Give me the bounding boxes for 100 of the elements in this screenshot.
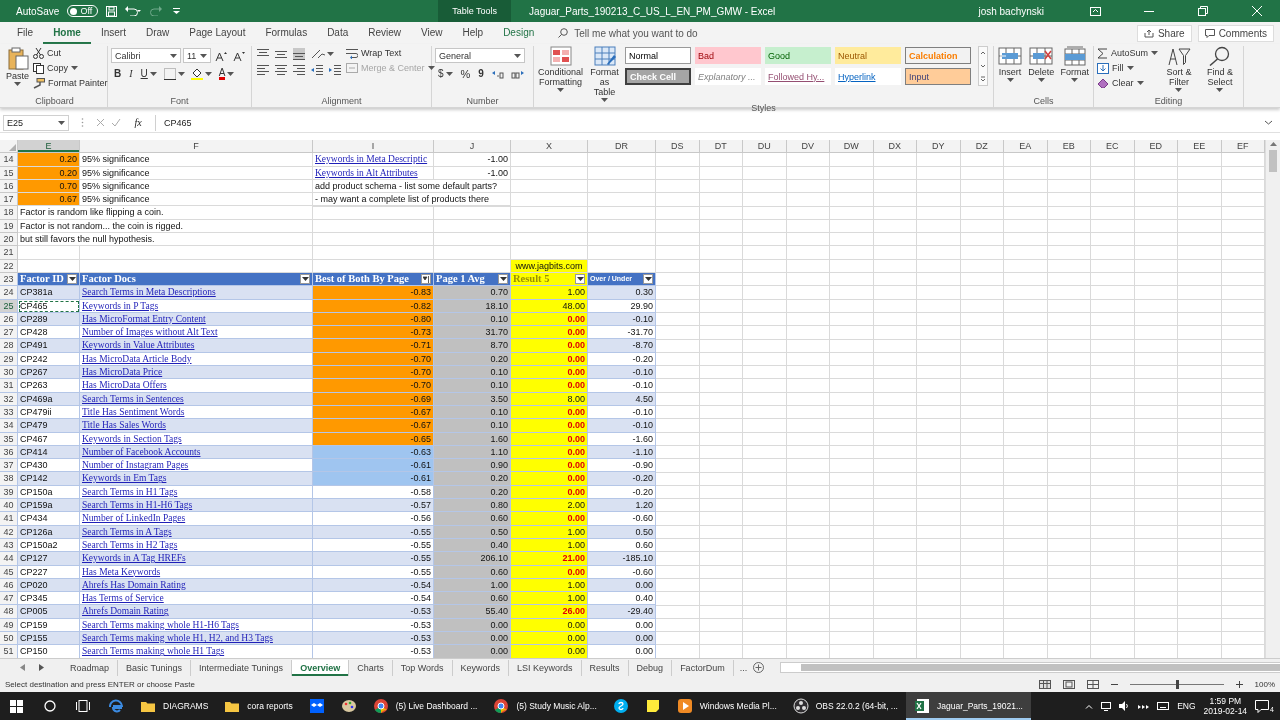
taskbar-item[interactable]: (5) Study Music Alp... <box>485 692 605 720</box>
autosum-button[interactable]: AutoSum <box>1097 46 1159 60</box>
row-header[interactable]: 41 <box>0 512 18 526</box>
taskbar-item[interactable]: (5) Live Dashboard ... <box>364 692 486 720</box>
font-size-dropdown[interactable]: 11 <box>183 48 211 63</box>
vertical-scrollbar[interactable] <box>1265 140 1280 658</box>
link[interactable]: Number of Images without Alt Text <box>80 326 313 340</box>
ribbon-tab[interactable]: Page Layout <box>179 22 256 44</box>
underline-button[interactable]: U <box>137 66 160 81</box>
italic-button[interactable]: I <box>126 66 136 81</box>
taskbar-item[interactable]: DIAGRAMS <box>132 692 217 720</box>
share-button[interactable]: Share <box>1136 24 1192 42</box>
row-header[interactable]: 51 <box>0 645 18 659</box>
name-box[interactable]: E25 <box>3 114 69 131</box>
column-header[interactable]: J <box>434 140 511 154</box>
sheet-tab[interactable]: Debug <box>628 659 673 676</box>
sort-filter-button[interactable]: Sort & Filter <box>1161 46 1197 92</box>
cell-style-option[interactable]: Neutral <box>835 47 901 64</box>
number-format-dropdown[interactable]: General <box>435 48 525 63</box>
column-header[interactable]: EE <box>1178 140 1222 154</box>
zoom-level[interactable]: 100% <box>1254 679 1275 689</box>
borders-button[interactable] <box>161 66 187 81</box>
row-header[interactable]: 27 <box>0 326 18 340</box>
column-header[interactable]: I <box>313 140 434 154</box>
delete-button[interactable]: Delete <box>1027 46 1056 82</box>
row-header[interactable]: 47 <box>0 592 18 606</box>
taskbar-item[interactable]: Windows Media Pl... <box>668 692 785 720</box>
link[interactable]: Title Has Sales Words <box>80 419 313 433</box>
comma-style-button[interactable]: 9 <box>475 66 487 81</box>
cell-style-option[interactable]: Normal <box>625 47 691 64</box>
format-painter-button[interactable]: Format Painter <box>33 76 108 90</box>
sheet-tab[interactable]: Charts <box>349 659 393 676</box>
link[interactable]: Number of LinkedIn Pages <box>80 512 313 526</box>
column-header[interactable]: DU <box>743 140 787 154</box>
zoom-slider-thumb[interactable] <box>1175 679 1179 689</box>
column-header[interactable]: ED <box>1134 140 1178 154</box>
ribbon-tab[interactable]: Formulas <box>255 22 318 44</box>
column-header[interactable]: EB <box>1047 140 1091 154</box>
cell-style-option[interactable]: Explanatory ... <box>695 68 761 85</box>
font-color-button[interactable]: A <box>215 66 238 81</box>
horizontal-scrollbar[interactable] <box>780 662 1280 673</box>
sheet-tab[interactable]: Keywords <box>452 659 510 676</box>
row-header[interactable]: 24 <box>0 286 18 300</box>
zoom-in-button[interactable] <box>1235 680 1243 688</box>
link[interactable]: Search Terms in Meta Descriptions <box>80 286 313 300</box>
scrollbar-thumb[interactable] <box>1269 150 1277 172</box>
sheet-tab[interactable]: Overview <box>292 659 350 676</box>
column-header[interactable]: X <box>511 140 588 154</box>
format-as-table-button[interactable]: Format as Table <box>587 46 622 102</box>
row-header[interactable]: 28 <box>0 339 18 353</box>
ribbon-tab[interactable]: Review <box>358 22 412 44</box>
ribbon-tab[interactable]: Draw <box>135 22 180 44</box>
insert-function-button[interactable]: fx <box>127 117 149 128</box>
ribbon-tab[interactable]: View <box>411 22 453 44</box>
ribbon-tab[interactable]: Insert <box>90 22 136 44</box>
font-name-dropdown[interactable]: Calibri <box>111 48 181 63</box>
ribbon-tab[interactable]: File <box>7 22 44 44</box>
row-header[interactable]: 21 <box>0 246 18 260</box>
column-header[interactable]: F <box>80 140 313 154</box>
percent-button[interactable]: % <box>457 66 474 81</box>
cell-style-option[interactable]: Hyperlink <box>835 68 901 85</box>
filter-dropdown-button[interactable] <box>300 274 310 285</box>
styles-scroll-button[interactable] <box>976 46 990 86</box>
column-header[interactable]: DZ <box>960 140 1004 154</box>
input-language[interactable]: ENG <box>1177 701 1196 711</box>
paste-button[interactable]: Paste <box>5 46 30 86</box>
filter-dropdown-button[interactable] <box>498 274 508 285</box>
link[interactable]: Keywords in Em Tags <box>80 472 313 486</box>
fill-button[interactable]: Fill <box>1097 61 1134 75</box>
link[interactable]: Search Terms in H1-H6 Tags <box>80 499 313 513</box>
format-button[interactable]: Format <box>1059 46 1090 82</box>
conditional-formatting-button[interactable]: Conditional Formatting <box>537 46 585 92</box>
link[interactable]: Ahrefs Domain Rating <box>80 605 313 619</box>
decrease-indent-button[interactable] <box>309 62 325 77</box>
row-header[interactable]: 48 <box>0 605 18 619</box>
currency-button[interactable]: $ <box>435 66 456 81</box>
increase-indent-button[interactable] <box>327 62 343 77</box>
column-header[interactable]: E <box>18 140 80 154</box>
link[interactable]: Number of Instagram Pages <box>80 459 313 473</box>
taskbar-item[interactable]: Jaguar_Parts_19021... <box>905 692 1031 720</box>
row-header[interactable]: 30 <box>0 366 18 380</box>
sheet-tab[interactable]: Basic Tunings <box>118 659 192 676</box>
column-header[interactable]: DS <box>656 140 700 154</box>
row-header[interactable]: 31 <box>0 379 18 393</box>
row-header[interactable]: 17 <box>0 193 18 207</box>
insert-button[interactable]: Insert <box>997 46 1023 82</box>
row-header[interactable]: 37 <box>0 459 18 473</box>
row-header[interactable]: 38 <box>0 472 18 486</box>
normal-view-button[interactable] <box>1038 679 1051 689</box>
align-bottom-button[interactable] <box>291 46 307 61</box>
column-header[interactable]: DW <box>830 140 874 154</box>
sheet-tab[interactable]: Roadmap <box>62 659 119 676</box>
clock[interactable]: 1:59 PM 2019-02-14 <box>1203 696 1248 716</box>
cell-style-option[interactable]: Good <box>765 47 831 64</box>
row-header[interactable]: 40 <box>0 499 18 513</box>
find-select-button[interactable]: Find & Select <box>1199 46 1240 92</box>
row-header[interactable]: 20 <box>0 233 18 247</box>
link[interactable]: Has Terms of Service <box>80 592 313 606</box>
column-header[interactable]: DY <box>917 140 961 154</box>
align-right-button[interactable] <box>291 62 307 77</box>
